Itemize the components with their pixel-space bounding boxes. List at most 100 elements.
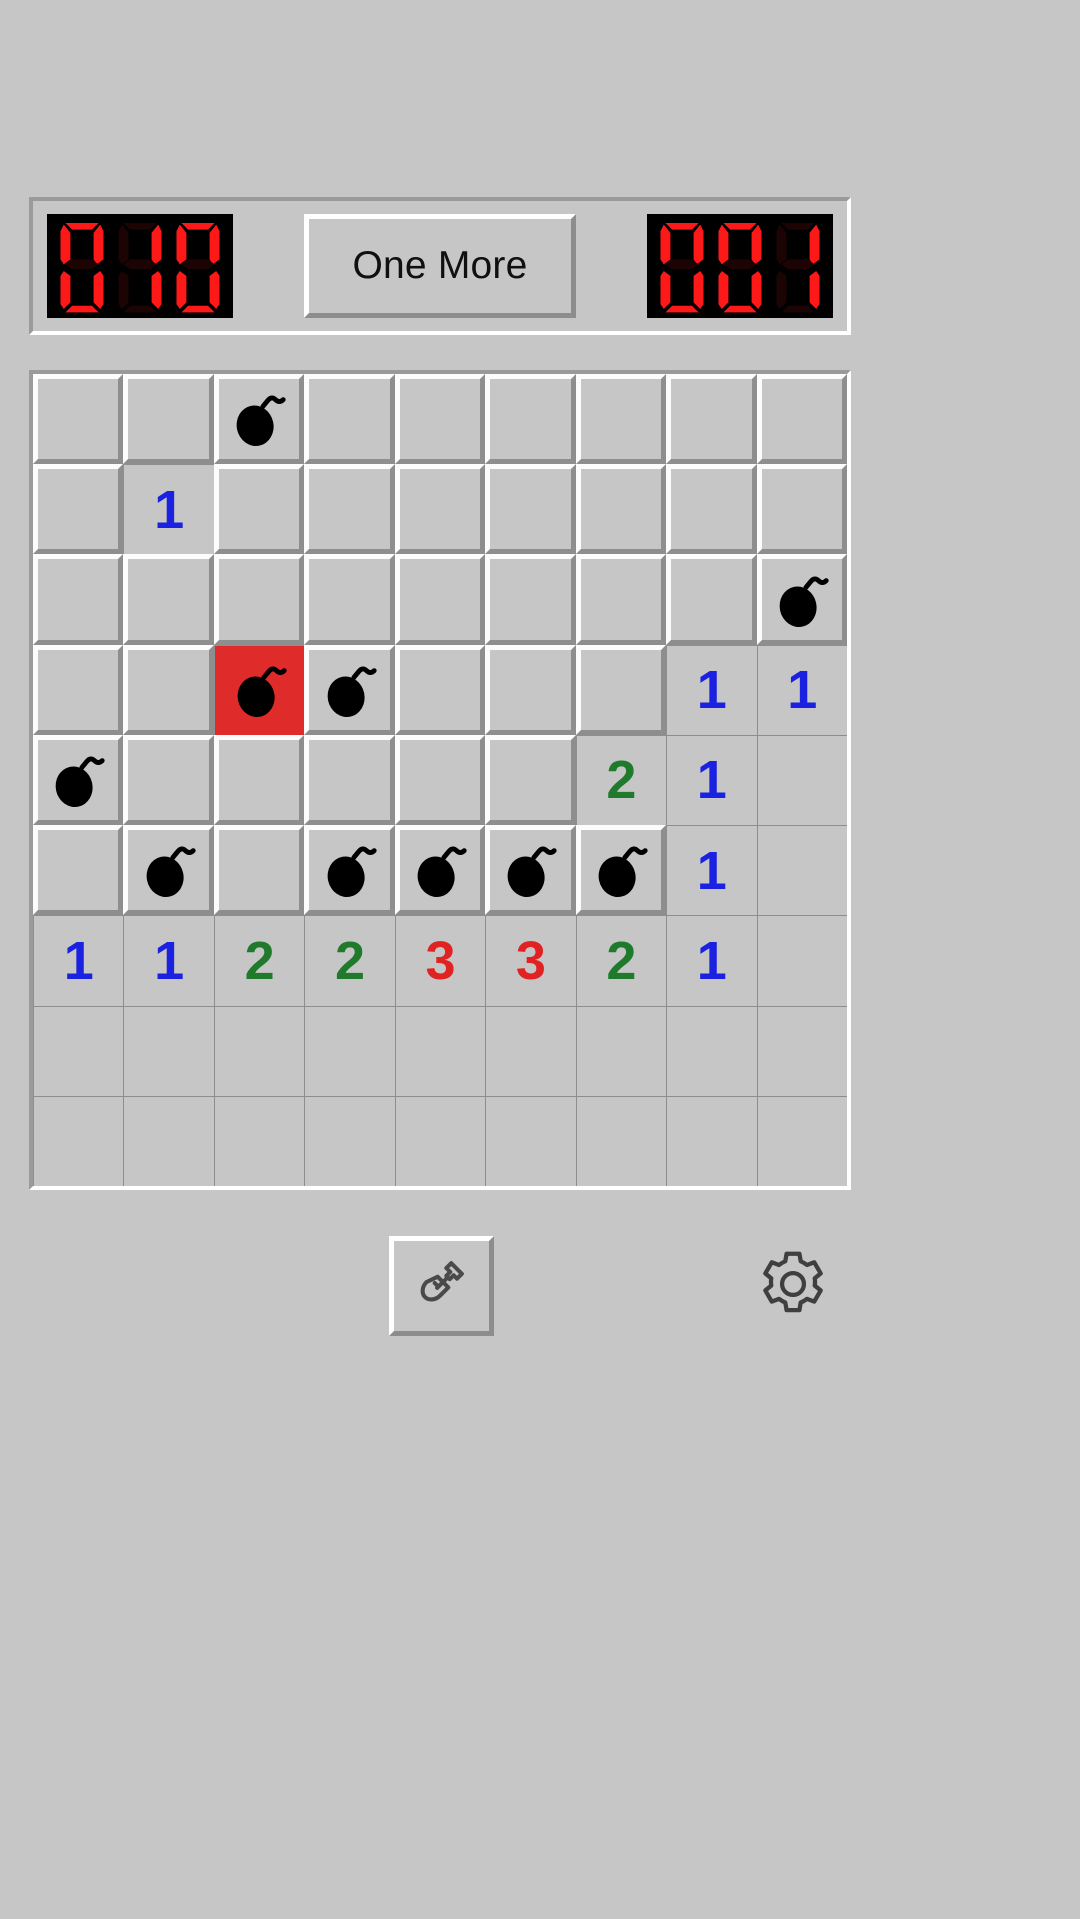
status-panel: One More [29, 197, 851, 335]
cell-empty[interactable] [394, 1005, 486, 1096]
cell-covered[interactable] [213, 554, 305, 645]
cell-exploded-mine[interactable] [213, 644, 305, 735]
cell-number-label: 1 [154, 479, 185, 540]
bomb-icon [146, 846, 196, 898]
cell-covered[interactable] [666, 554, 757, 645]
cell-mine[interactable] [213, 374, 305, 465]
cell-number-label: 1 [696, 840, 727, 901]
cell-empty[interactable] [485, 1005, 576, 1096]
cell-empty[interactable] [213, 1095, 305, 1186]
bomb-icon [327, 666, 377, 717]
cell-empty[interactable] [756, 734, 847, 826]
cell-empty[interactable] [33, 1005, 124, 1096]
cell-number-1[interactable]: 1 [666, 734, 757, 826]
cell-empty[interactable] [666, 1095, 757, 1186]
cell-number-1[interactable]: 1 [666, 915, 757, 1006]
cell-empty[interactable] [394, 1095, 486, 1186]
cell-empty[interactable] [304, 1005, 395, 1096]
cell-covered[interactable] [123, 374, 214, 465]
cell-empty[interactable] [756, 1095, 847, 1186]
cell-number-2[interactable]: 2 [575, 734, 667, 826]
cell-covered[interactable] [575, 644, 667, 735]
cell-mine[interactable] [394, 825, 486, 916]
new-game-button[interactable]: One More [304, 214, 576, 318]
cell-empty[interactable] [756, 1005, 847, 1096]
cell-number-1[interactable]: 1 [123, 464, 214, 555]
cell-covered[interactable] [575, 374, 667, 465]
cell-covered[interactable] [213, 734, 305, 826]
bomb-icon [327, 846, 377, 898]
cell-empty[interactable] [485, 1095, 576, 1186]
cell-number-label: 1 [154, 930, 185, 991]
cell-covered[interactable] [123, 644, 214, 735]
cell-covered[interactable] [485, 644, 576, 735]
cell-covered[interactable] [123, 554, 214, 645]
cell-number-label: 3 [515, 930, 546, 991]
cell-empty[interactable] [213, 1005, 305, 1096]
cell-covered[interactable] [485, 374, 576, 465]
cell-number-label: 1 [63, 930, 94, 991]
cell-covered[interactable] [394, 464, 486, 555]
minefield-grid[interactable]: 1 11 21 111223321 [33, 374, 847, 1186]
cell-empty[interactable] [756, 915, 847, 1006]
cell-covered[interactable] [394, 374, 486, 465]
cell-empty[interactable] [575, 1005, 667, 1096]
cell-covered[interactable] [485, 734, 576, 826]
cell-covered[interactable] [666, 374, 757, 465]
bomb-icon [508, 846, 558, 898]
cell-covered[interactable] [33, 554, 124, 645]
cell-mine[interactable] [756, 554, 847, 645]
cell-empty[interactable] [123, 1095, 214, 1186]
cell-number-label: 1 [696, 750, 727, 811]
cell-number-1[interactable]: 1 [666, 644, 757, 735]
cell-covered[interactable] [33, 374, 124, 465]
cell-covered[interactable] [756, 374, 847, 465]
cell-covered[interactable] [304, 374, 395, 465]
cell-covered[interactable] [394, 644, 486, 735]
cell-covered[interactable] [485, 464, 576, 555]
cell-covered[interactable] [213, 464, 305, 555]
cell-covered[interactable] [33, 644, 124, 735]
cell-mine[interactable] [123, 825, 214, 916]
cell-covered[interactable] [33, 825, 124, 916]
cell-covered[interactable] [394, 734, 486, 826]
elapsed-timer-display [647, 214, 833, 318]
cell-empty[interactable] [756, 825, 847, 916]
bomb-icon [417, 846, 467, 898]
cell-number-2[interactable]: 2 [304, 915, 395, 1006]
cell-mine[interactable] [575, 825, 667, 916]
cell-covered[interactable] [123, 734, 214, 826]
settings-button[interactable] [753, 1246, 833, 1326]
cell-mine[interactable] [304, 644, 395, 735]
dig-mode-button[interactable] [389, 1236, 494, 1336]
cell-covered[interactable] [575, 464, 667, 555]
cell-number-3[interactable]: 3 [394, 915, 486, 1006]
cell-number-1[interactable]: 1 [756, 644, 847, 735]
cell-empty[interactable] [304, 1095, 395, 1186]
cell-number-2[interactable]: 2 [575, 915, 667, 1006]
cell-covered[interactable] [304, 554, 395, 645]
cell-covered[interactable] [666, 464, 757, 555]
cell-number-3[interactable]: 3 [485, 915, 576, 1006]
cell-covered[interactable] [213, 825, 305, 916]
cell-number-1[interactable]: 1 [666, 825, 757, 916]
bomb-icon [236, 395, 286, 447]
cell-number-1[interactable]: 1 [123, 915, 214, 1006]
cell-empty[interactable] [123, 1005, 214, 1096]
cell-empty[interactable] [33, 1095, 124, 1186]
cell-covered[interactable] [304, 464, 395, 555]
cell-number-label: 3 [425, 930, 456, 991]
cell-empty[interactable] [666, 1005, 757, 1096]
cell-mine[interactable] [33, 734, 124, 826]
cell-empty[interactable] [575, 1095, 667, 1186]
cell-covered[interactable] [756, 464, 847, 555]
cell-covered[interactable] [394, 554, 486, 645]
cell-number-1[interactable]: 1 [33, 915, 124, 1006]
cell-mine[interactable] [304, 825, 395, 916]
cell-covered[interactable] [304, 734, 395, 826]
cell-number-2[interactable]: 2 [213, 915, 305, 1006]
cell-mine[interactable] [485, 825, 576, 916]
cell-covered[interactable] [33, 464, 124, 555]
cell-covered[interactable] [485, 554, 576, 645]
cell-covered[interactable] [575, 554, 667, 645]
